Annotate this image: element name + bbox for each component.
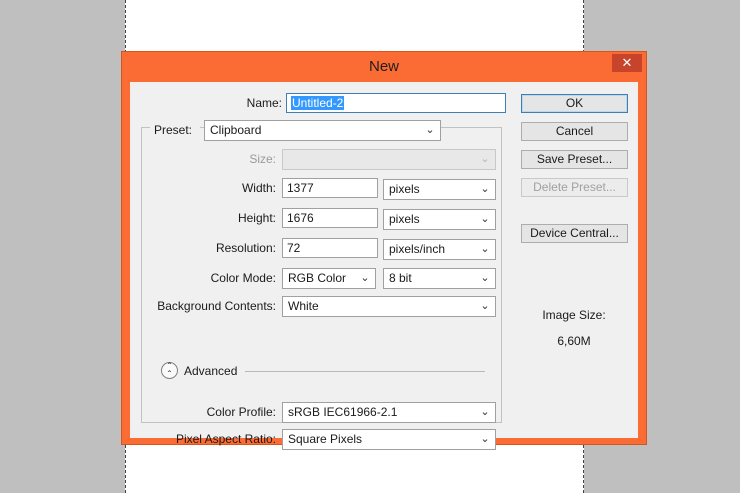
size-label: Size: xyxy=(249,152,276,166)
chevron-down-icon: ⌄ xyxy=(480,153,490,165)
advanced-divider xyxy=(245,371,485,372)
size-select[interactable]: ⌄ xyxy=(282,149,496,170)
chevron-down-icon: ⌄ xyxy=(480,272,490,284)
bit-depth-select[interactable]: 8 bit ⌄ xyxy=(383,268,496,289)
chevron-down-icon: ⌄ xyxy=(360,272,370,284)
ok-button[interactable]: OK xyxy=(521,94,628,113)
chevron-down-icon: ⌄ xyxy=(480,433,490,445)
height-unit-value: pixels xyxy=(389,212,420,226)
advanced-toggle-button[interactable]: ˆˆ xyxy=(161,362,178,381)
advanced-label: Advanced xyxy=(184,364,238,378)
chevron-down-icon: ⌄ xyxy=(480,183,490,195)
resolution-input[interactable]: 72 xyxy=(282,238,378,258)
dialog-body: Name: Untitled-2 Preset: Clipboard ⌄ Siz… xyxy=(130,82,638,450)
resolution-unit-value: pixels/inch xyxy=(389,242,446,256)
color-mode-value: RGB Color xyxy=(288,271,347,285)
cancel-button[interactable]: Cancel xyxy=(521,122,628,141)
device-central-button[interactable]: Device Central... xyxy=(521,224,628,243)
width-input[interactable]: 1377 xyxy=(282,178,378,198)
double-chevron-up-icon: ˆˆ xyxy=(167,362,172,381)
color-profile-select[interactable]: sRGB IEC61966-2.1 ⌄ xyxy=(282,402,496,423)
chevron-down-icon: ⌄ xyxy=(480,300,490,312)
chevron-down-icon: ⌄ xyxy=(480,243,490,255)
height-input[interactable]: 1676 xyxy=(282,208,378,228)
close-icon: ✕ xyxy=(621,55,633,70)
name-input[interactable]: Untitled-2 xyxy=(286,93,506,113)
color-mode-label: Color Mode: xyxy=(210,271,276,285)
delete-preset-button[interactable]: Delete Preset... xyxy=(521,178,628,197)
width-input-value: 1377 xyxy=(287,181,314,195)
height-unit-select[interactable]: pixels ⌄ xyxy=(383,209,496,230)
color-mode-select[interactable]: RGB Color ⌄ xyxy=(282,268,376,289)
close-button[interactable]: ✕ xyxy=(612,54,642,72)
pixel-aspect-ratio-select[interactable]: Square Pixels ⌄ xyxy=(282,429,496,450)
save-preset-button[interactable]: Save Preset... xyxy=(521,150,628,169)
chevron-down-icon: ⌄ xyxy=(425,124,435,136)
pixel-aspect-ratio-label: Pixel Aspect Ratio: xyxy=(175,432,276,446)
chevron-down-icon: ⌄ xyxy=(480,213,490,225)
height-label: Height: xyxy=(237,211,276,225)
name-label: Name: xyxy=(246,96,282,110)
bit-depth-value: 8 bit xyxy=(389,271,412,285)
image-size-label: Image Size: xyxy=(542,308,606,322)
preset-select-value: Clipboard xyxy=(210,123,262,137)
image-size-value: 6,60M xyxy=(557,334,591,348)
chevron-down-icon: ⌄ xyxy=(480,406,490,418)
pixel-aspect-ratio-value: Square Pixels xyxy=(288,432,363,446)
width-label: Width: xyxy=(241,181,276,195)
background-contents-select[interactable]: White ⌄ xyxy=(282,296,496,317)
width-unit-select[interactable]: pixels ⌄ xyxy=(383,179,496,200)
preset-label: Preset: xyxy=(150,120,200,140)
new-document-dialog: New ✕ Name: Untitled-2 Preset: Clipboard… xyxy=(121,51,647,450)
background-contents-value: White xyxy=(288,299,319,313)
resolution-label: Resolution: xyxy=(215,241,276,255)
resolution-input-value: 72 xyxy=(287,241,301,255)
color-profile-value: sRGB IEC61966-2.1 xyxy=(288,405,398,419)
width-unit-value: pixels xyxy=(389,182,420,196)
height-input-value: 1676 xyxy=(287,211,314,225)
preset-select[interactable]: Clipboard ⌄ xyxy=(204,120,441,141)
color-profile-label: Color Profile: xyxy=(206,405,276,419)
name-input-value: Untitled-2 xyxy=(291,96,345,110)
resolution-unit-select[interactable]: pixels/inch ⌄ xyxy=(383,239,496,260)
dialog-title: New xyxy=(368,58,399,75)
background-contents-label: Background Contents: xyxy=(157,299,276,313)
